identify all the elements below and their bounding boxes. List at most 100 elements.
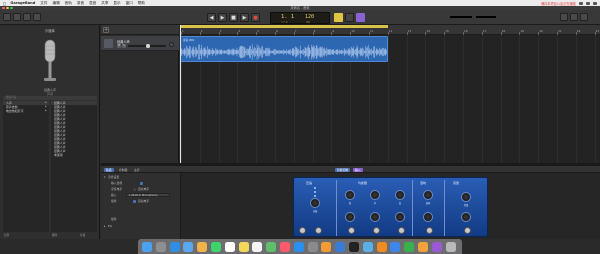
pan-knob[interactable] [169, 42, 174, 47]
track-header[interactable]: 经典人声 M S [101, 36, 179, 51]
wifi-icon[interactable] [579, 1, 583, 5]
metronome-button[interactable] [356, 13, 365, 22]
amp-section-label: 混响 [420, 181, 427, 185]
menu-track[interactable]: 音轨 [65, 1, 72, 6]
calendar-icon[interactable] [224, 241, 235, 252]
photos-icon[interactable] [197, 241, 208, 252]
reverb-knob[interactable] [423, 190, 433, 200]
keynote-icon[interactable] [390, 241, 401, 252]
reverb-mix-knob[interactable] [423, 212, 433, 222]
mute-button[interactable]: M [117, 44, 121, 48]
track-name[interactable]: 经典人声 [117, 39, 130, 44]
menu-window[interactable]: 窗口 [126, 1, 133, 6]
app-menu[interactable]: GarageBand [10, 1, 35, 5]
books-icon[interactable] [376, 241, 387, 252]
tab-smart-controls[interactable]: 智能控制 [335, 167, 351, 172]
loop-browser-button[interactable] [570, 13, 578, 21]
tuner-button[interactable] [334, 13, 343, 22]
volume-knob[interactable] [461, 192, 471, 202]
tab-input[interactable]: 输入 [353, 167, 363, 172]
library-category-item[interactable]: 电吉他和贝司 ▶ [3, 109, 49, 113]
disclosure-icon[interactable]: ▾ [104, 175, 105, 179]
launchpad-icon[interactable] [155, 241, 166, 252]
tab-master[interactable]: 主控 [132, 168, 142, 172]
menu-record[interactable]: 录音 [77, 1, 84, 6]
library-patch-list: 经典人声 经典人声 经典人声 经典人声 经典人声 经典人声 经典人声 经典人声 … [51, 101, 97, 232]
audio-region[interactable]: 录音 #01 [180, 36, 388, 62]
library-patch-item[interactable]: 未使用 [51, 153, 97, 157]
help-button[interactable] [13, 13, 21, 21]
volume-knob[interactable] [146, 44, 150, 48]
monitoring-checkbox[interactable] [140, 181, 143, 185]
safari-icon[interactable] [169, 241, 180, 252]
podcasts-icon[interactable] [431, 241, 442, 252]
eq-mid-gain-knob[interactable] [370, 212, 380, 222]
tracks-area[interactable]: 1 2 3 4 5 6 7 8 9 10 11 12 13 14 15 16 17 18 19 20 21 22 23 录音… [180, 25, 600, 163]
music-icon[interactable] [280, 241, 290, 252]
terminal-icon[interactable] [349, 241, 359, 252]
spotlight-icon[interactable] [593, 1, 597, 5]
menu-edit[interactable]: 编辑 [52, 1, 59, 6]
trash-icon[interactable] [445, 241, 456, 252]
smart-controls-button[interactable] [23, 13, 31, 21]
forward-button[interactable]: ▶ [218, 13, 227, 22]
menu-mix[interactable]: 混音 [89, 1, 96, 6]
plus-icon[interactable]: + [103, 27, 109, 33]
numbers-icon[interactable] [404, 241, 415, 252]
garageband-icon[interactable] [321, 241, 332, 252]
eq-low-gain-knob[interactable] [345, 212, 355, 222]
rewind-button[interactable]: ◀ [207, 13, 216, 22]
menu-file[interactable]: 文件 [40, 1, 47, 6]
note-pad-button[interactable] [560, 13, 568, 21]
cycle-region[interactable] [180, 25, 388, 28]
amp-divider [336, 180, 337, 236]
eq-high-knob[interactable] [395, 190, 405, 200]
delete-button[interactable]: 删除 [52, 233, 57, 237]
settings-icon[interactable] [307, 241, 318, 252]
finder-icon[interactable] [142, 241, 152, 252]
menu-help[interactable]: 帮助 [138, 1, 145, 6]
xcode-icon[interactable] [335, 241, 346, 252]
appstore-icon[interactable] [293, 241, 304, 252]
eq-high-gain-knob[interactable] [395, 212, 405, 222]
ruler[interactable]: 1 2 3 4 5 6 7 8 9 10 11 12 13 14 15 16 17 18 19 20 21 22 23 [180, 25, 600, 35]
pages-icon[interactable] [418, 241, 428, 252]
library-toggle-button[interactable] [3, 13, 11, 21]
gain-checkbox[interactable] [133, 199, 136, 203]
gain-label: 插件 [111, 199, 117, 203]
preview-icon[interactable] [362, 241, 373, 252]
editors-button[interactable] [33, 13, 41, 21]
master-volume-slider[interactable] [450, 16, 472, 18]
save-button[interactable]: 存储 [80, 233, 85, 237]
maps-icon[interactable] [266, 241, 277, 252]
stop-button[interactable]: ■ [229, 13, 238, 22]
playhead[interactable] [180, 25, 181, 163]
eq-disclosure-icon[interactable]: ▸ [104, 224, 105, 228]
messages-icon[interactable] [211, 241, 221, 252]
tab-track[interactable]: 轨道 [104, 167, 114, 172]
eq-low-knob[interactable] [345, 190, 355, 200]
library-search-input[interactable]: 搜索声音 [3, 96, 97, 100]
output-knob[interactable] [461, 212, 471, 222]
compressor-knob[interactable] [310, 198, 320, 208]
level-checkbox[interactable] [133, 187, 136, 191]
eq-mid-knob[interactable] [370, 190, 380, 200]
knob-label: 混响 [425, 202, 431, 205]
count-in-button[interactable] [345, 13, 354, 22]
play-button[interactable]: ▶ [240, 13, 249, 22]
record-button[interactable]: ● [251, 13, 260, 22]
notes-icon[interactable] [238, 241, 249, 252]
track-volume-slider[interactable] [128, 44, 166, 48]
reminders-icon[interactable] [252, 241, 263, 252]
tab-controls[interactable]: 控制器 [117, 168, 129, 172]
lcd-display[interactable]: 1. 1 120 小节 拍 速度 [270, 11, 330, 24]
menu-share[interactable]: 共享 [101, 1, 108, 6]
media-browser-button[interactable] [580, 13, 588, 21]
input-select[interactable]: 1 (Built-in Microphone) [126, 192, 170, 197]
menu-view[interactable]: 显示 [113, 1, 120, 6]
apple-menu-icon[interactable]:  [3, 1, 5, 6]
mail-icon[interactable] [183, 241, 194, 252]
revert-button[interactable]: 还原 [4, 233, 9, 237]
battery-icon[interactable] [586, 1, 590, 5]
solo-button[interactable]: S [122, 44, 126, 48]
